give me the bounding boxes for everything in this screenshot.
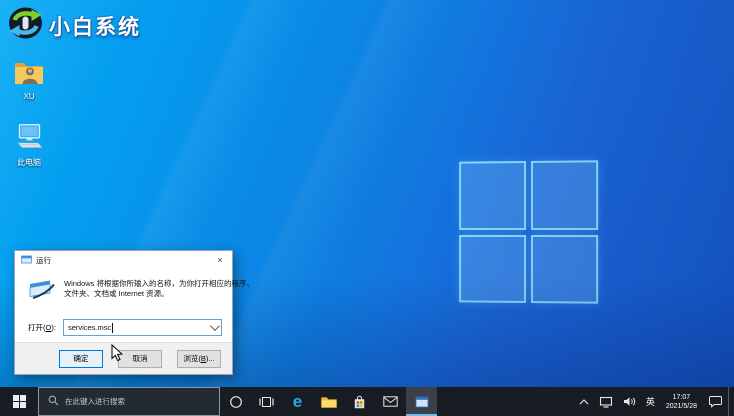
run-dialog-title: 运行: [36, 255, 51, 265]
run-command-value: services.msc: [67, 323, 112, 332]
ok-button[interactable]: 确定: [59, 349, 103, 368]
windows-logo-pane: [530, 160, 599, 230]
run-command-input[interactable]: services.msc: [62, 319, 222, 336]
run-dialog-footer: 确定 取消 浏览(B)...: [15, 342, 232, 374]
microsoft-store-icon: [354, 395, 365, 408]
desktop-icon-this-pc[interactable]: 此电脑: [4, 124, 54, 168]
taskbar-search-box[interactable]: 在此键入进行搜索: [38, 387, 220, 416]
this-pc-icon: [14, 124, 44, 155]
volume-tray-button[interactable]: [618, 387, 641, 416]
windows-logo-pane: [459, 161, 526, 230]
xiaobai-system-watermark: 小白系统: [7, 6, 141, 45]
run-open-row: 打开(O): services.msc: [15, 302, 232, 336]
windows-logo-pane: [530, 234, 599, 304]
text-caret: [112, 322, 114, 333]
cortana-button[interactable]: [220, 387, 251, 416]
search-icon: [48, 395, 59, 408]
action-center-button[interactable]: [703, 387, 728, 416]
run-dialog-body: Windows 将根据你所输入的名称，为你打开相应的程序、 文件夹、文档或 In…: [15, 269, 254, 302]
desktop-icon-label: 此电脑: [17, 158, 41, 167]
network-tray-button[interactable]: [594, 387, 618, 416]
run-dialog-description: Windows 将根据你所输入的名称，为你打开相应的程序、 文件夹、文档或 In…: [64, 279, 254, 302]
show-desktop-button[interactable]: [728, 387, 734, 416]
system-tray: 英 17:07 2021/5/28: [574, 387, 734, 416]
run-program-icon: [28, 279, 55, 302]
desktop-icon-user-folder[interactable]: XU: [4, 60, 54, 101]
run-window-icon: [415, 396, 428, 407]
edge-icon: e: [292, 392, 303, 411]
chevron-down-icon[interactable]: [209, 321, 220, 332]
mail-button[interactable]: [375, 387, 406, 416]
run-dialog-titlebar[interactable]: 运行 ×: [15, 251, 232, 269]
file-explorer-button[interactable]: [313, 387, 344, 416]
clock[interactable]: 17:07 2021/5/28: [660, 387, 703, 416]
run-dialog-taskbar-button[interactable]: [406, 387, 437, 416]
cancel-button[interactable]: 取消: [118, 349, 162, 368]
edge-button[interactable]: e: [282, 387, 313, 416]
windows-desktop: 小白系统 XU 此电脑 运行 × Windows 将根据你所输入的名称，为你打开…: [0, 0, 734, 416]
taskbar: 在此键入进行搜索 e 英 17:07 2021/5/28: [0, 387, 734, 416]
microsoft-store-button[interactable]: [344, 387, 375, 416]
tray-time: 17:07: [672, 393, 691, 401]
run-description-line1: Windows 将根据你所输入的名称，为你打开相应的程序、: [64, 279, 255, 288]
open-label: 打开(O):: [28, 323, 56, 332]
chevron-up-icon: [579, 398, 589, 404]
task-view-button[interactable]: [251, 387, 282, 416]
network-ethernet-icon: [599, 396, 612, 408]
run-dialog: 运行 × Windows 将根据你所输入的名称，为你打开相应的程序、 文件夹、文…: [14, 250, 254, 375]
search-placeholder: 在此键入进行搜索: [65, 397, 125, 406]
mail-icon: [383, 396, 398, 407]
user-folder-icon: [14, 60, 44, 90]
mouse-cursor: [111, 343, 124, 367]
tray-date: 2021/5/28: [665, 402, 697, 410]
browse-button[interactable]: 浏览(B)...: [177, 349, 221, 368]
windows-start-icon: [12, 395, 26, 408]
action-center-icon: [709, 396, 722, 408]
desktop-icon-list: XU 此电脑: [4, 60, 54, 168]
speaker-icon: [623, 397, 635, 406]
start-button[interactable]: [0, 387, 38, 416]
file-explorer-icon: [320, 397, 337, 408]
cortana-icon: [229, 395, 242, 408]
run-description-line2: 文件夹、文档或 Internet 资源。: [64, 289, 169, 298]
brand-name: 小白系统: [49, 15, 141, 39]
show-hidden-icons-button[interactable]: [574, 387, 594, 416]
windows-logo-wallpaper: [459, 160, 599, 304]
close-icon[interactable]: ×: [208, 251, 232, 269]
windows-logo-pane: [459, 234, 526, 303]
ime-indicator[interactable]: 英: [641, 387, 660, 416]
xiaobai-sync-logo-icon: [7, 6, 44, 45]
task-view-icon: [259, 396, 274, 407]
desktop-icon-label: XU: [23, 92, 35, 101]
run-dialog-title-icon: [21, 255, 32, 266]
